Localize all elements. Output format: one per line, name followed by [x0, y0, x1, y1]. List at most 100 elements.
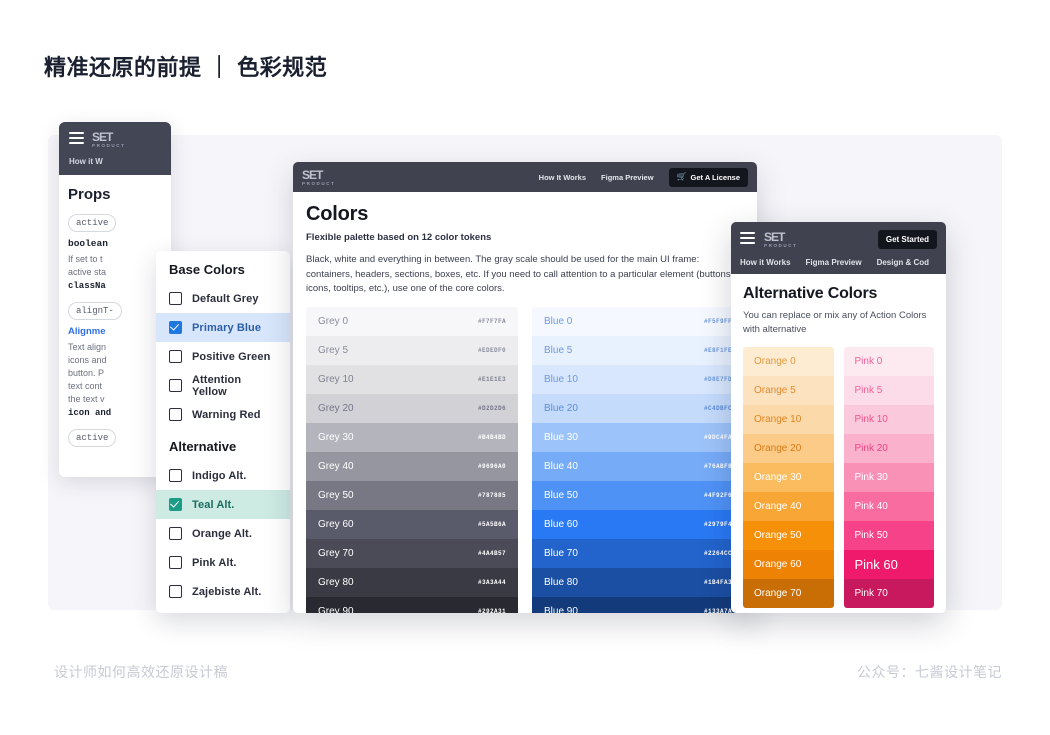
tab-how-it-works[interactable]: How it Works — [740, 258, 791, 267]
checkbox-icon[interactable] — [169, 408, 182, 421]
swatch-row[interactable]: Blue 5 #E8F1FE — [532, 335, 744, 365]
prop-type-link[interactable]: Alignme — [68, 326, 162, 337]
swatch-row[interactable]: Pink 10 — [843, 405, 934, 434]
prop-desc-line: active sta — [68, 267, 107, 277]
checkbox-row-orange-alt[interactable]: Orange Alt. — [156, 519, 290, 548]
hamburger-icon[interactable] — [740, 232, 755, 247]
checkbox-row-attention-yellow[interactable]: Attention Yellow — [156, 371, 290, 400]
prop-desc-code: icon and — [68, 408, 112, 418]
swatch-row[interactable]: Orange 5 — [743, 376, 834, 405]
swatch-row[interactable]: Blue 60 #2979F4 — [532, 509, 744, 539]
get-a-license-button[interactable]: 🛒 Get A License — [668, 167, 748, 187]
swatch-row[interactable]: Orange 20 — [743, 434, 834, 463]
swatch-row[interactable]: Blue 80 #1B4FA3 — [532, 567, 744, 597]
logo: SET PRODUCT — [302, 169, 335, 186]
swatch-row[interactable]: Blue 0 #F5F9FF — [532, 306, 744, 336]
checkbox-icon[interactable] — [169, 527, 182, 540]
swatch-row[interactable]: Pink 50 — [843, 521, 934, 550]
checkbox-checked-icon[interactable] — [169, 321, 182, 334]
prop-chip[interactable]: alignT- — [68, 302, 122, 320]
nav-link-figma-preview[interactable]: Figma Preview — [601, 173, 654, 182]
checkbox-icon[interactable] — [169, 379, 182, 392]
swatch-row[interactable]: Grey 50 #787885 — [306, 480, 518, 510]
checkbox-icon[interactable] — [169, 585, 182, 598]
checkbox-row-indigo-alt[interactable]: Indigo Alt. — [156, 461, 290, 490]
checkbox-row-teal-alt[interactable]: Teal Alt. — [156, 490, 290, 519]
checkbox-icon[interactable] — [169, 292, 182, 305]
swatch-row[interactable]: Blue 90 #133A7A — [532, 596, 744, 614]
swatch-row[interactable]: Blue 30 #9DC4FA — [532, 422, 744, 452]
get-started-button[interactable]: Get Started — [877, 230, 937, 249]
props-nav-tab[interactable]: How it W — [69, 157, 161, 166]
swatch-row[interactable]: Pink 60 — [843, 550, 934, 579]
swatch-row[interactable]: Pink 30 — [843, 463, 934, 492]
swatch-label: Pink 10 — [854, 414, 888, 425]
colors-paragraph: Black, white and everything in between. … — [306, 254, 734, 294]
swatch-label: Grey 0 — [318, 315, 349, 327]
checkbox-row-positive-green[interactable]: Positive Green — [156, 342, 290, 371]
swatch-row[interactable]: Orange 0 — [743, 347, 834, 376]
swatch-row[interactable]: Grey 20 #D2D2D6 — [306, 393, 518, 423]
swatch-label: Grey 70 — [318, 547, 354, 559]
prop-chip[interactable]: active — [68, 214, 117, 232]
checkbox-row-default-grey[interactable]: Default Grey — [156, 284, 290, 313]
prop-desc-line: icons and — [68, 355, 107, 365]
swatch-row[interactable]: Pink 20 — [843, 434, 934, 463]
swatch-row[interactable]: Grey 10 #E1E1E3 — [306, 364, 518, 394]
slide-page: 精准还原的前提 ｜ 色彩规范 SET PRODUCT How it W Prop… — [0, 0, 1050, 735]
alt-paragraph: You can replace or mix any of Action Col… — [743, 310, 927, 335]
tab-figma-preview[interactable]: Figma Preview — [806, 258, 862, 267]
swatch-label: Orange 60 — [754, 559, 802, 570]
swatch-row[interactable]: Grey 70 #4A4B57 — [306, 538, 518, 568]
swatch-row[interactable]: Blue 40 #76ABF8 — [532, 451, 744, 481]
swatch-row[interactable]: Blue 10 #D8E7FD — [532, 364, 744, 394]
checkbox-label: Pink Alt. — [192, 556, 237, 569]
checkbox-icon[interactable] — [169, 556, 182, 569]
checkbox-label: Primary Blue — [192, 321, 262, 334]
prop-chip[interactable]: active — [68, 429, 117, 447]
checkbox-row-pink-alt[interactable]: Pink Alt. — [156, 548, 290, 577]
swatch-row[interactable]: Blue 50 #4F92F6 — [532, 480, 744, 510]
swatch-hex: #292A31 — [477, 607, 506, 614]
logo: SET PRODUCT — [764, 231, 797, 248]
swatch-row[interactable]: Grey 90 #292A31 — [306, 596, 518, 614]
tab-design-and-code[interactable]: Design & Cod — [877, 258, 929, 267]
swatch-row[interactable]: Pink 70 — [843, 579, 934, 608]
swatch-row[interactable]: Grey 60 #5A5B6A — [306, 509, 518, 539]
swatch-row[interactable]: Orange 60 — [743, 550, 834, 579]
checkbox-row-primary-blue[interactable]: Primary Blue — [156, 313, 290, 342]
swatch-row[interactable]: Orange 50 — [743, 521, 834, 550]
swatch-hex: #EDEDF0 — [477, 346, 506, 354]
checkbox-row-warning-red[interactable]: Warning Red — [156, 400, 290, 429]
swatch-label: Grey 50 — [318, 489, 354, 501]
color-filter-panel: Base Colors Default Grey Primary Blue Po… — [156, 251, 290, 613]
swatch-row[interactable]: Orange 10 — [743, 405, 834, 434]
checkbox-icon[interactable] — [169, 469, 182, 482]
swatch-row[interactable]: Grey 80 #3A3A44 — [306, 567, 518, 597]
swatch-row[interactable]: Blue 70 #2264CC — [532, 538, 744, 568]
swatch-label: Orange 70 — [754, 588, 802, 599]
swatch-label: Blue 0 — [544, 315, 573, 327]
swatch-label: Pink 70 — [854, 588, 888, 599]
checkbox-checked-icon[interactable] — [169, 498, 182, 511]
swatch-row[interactable]: Pink 5 — [843, 376, 934, 405]
swatch-row[interactable]: Orange 30 — [743, 463, 834, 492]
swatch-label: Pink 40 — [854, 501, 888, 512]
footer-right: 公众号：七酱设计笔记 — [857, 664, 1002, 680]
swatch-row[interactable]: Grey 40 #9696A0 — [306, 451, 518, 481]
swatch-row[interactable]: Blue 20 #C4DBFC — [532, 393, 744, 423]
swatch-row[interactable]: Grey 5 #EDEDF0 — [306, 335, 518, 365]
swatch-row[interactable]: Orange 70 — [743, 579, 834, 608]
nav-link-how-it-works[interactable]: How It Works — [539, 173, 586, 182]
swatch-row[interactable]: Pink 0 — [843, 347, 934, 376]
swatch-label: Orange 30 — [754, 472, 802, 483]
swatch-row[interactable]: Orange 40 — [743, 492, 834, 521]
swatch-label: Blue 90 — [544, 605, 578, 614]
swatch-row[interactable]: Grey 0 #F7F7FA — [306, 306, 518, 336]
swatch-row[interactable]: Grey 30 #B4B4BD — [306, 422, 518, 452]
checkbox-row-zajebiste-alt[interactable]: Zajebiste Alt. — [156, 577, 290, 606]
checkbox-icon[interactable] — [169, 350, 182, 363]
swatch-label: Blue 80 — [544, 576, 578, 588]
hamburger-icon[interactable] — [69, 132, 84, 147]
swatch-row[interactable]: Pink 40 — [843, 492, 934, 521]
